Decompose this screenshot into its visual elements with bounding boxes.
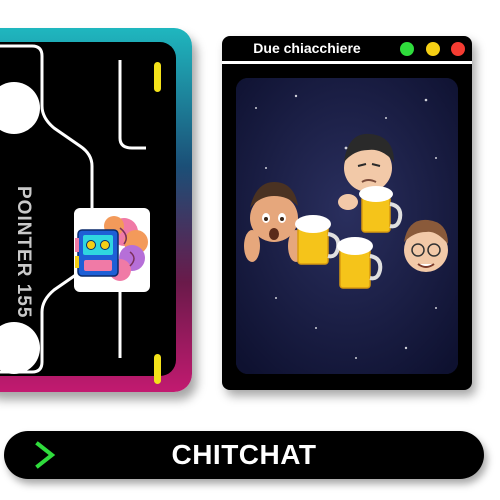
indicator-bar-top [154, 62, 161, 92]
window-title: Due chiacchiere [253, 40, 361, 56]
title-divider [222, 61, 472, 64]
cassette-brain-icon[interactable] [74, 208, 150, 292]
indicator-bar-bottom [154, 354, 161, 384]
chat-window: Due chiacchiere [222, 36, 472, 390]
window-green-button[interactable] [400, 42, 414, 56]
cassette-label: POINTER 155 [13, 186, 34, 319]
window-yellow-button[interactable] [426, 42, 440, 56]
cassette-card: POINTER 155 [0, 28, 192, 392]
memoji-friends-beer-illustration [236, 78, 458, 374]
chitchat-bar[interactable]: CHITCHAT [4, 431, 484, 479]
chitchat-label: CHITCHAT [171, 439, 317, 470]
window-red-button[interactable] [451, 42, 465, 56]
cassette-body: POINTER 155 [0, 42, 176, 384]
